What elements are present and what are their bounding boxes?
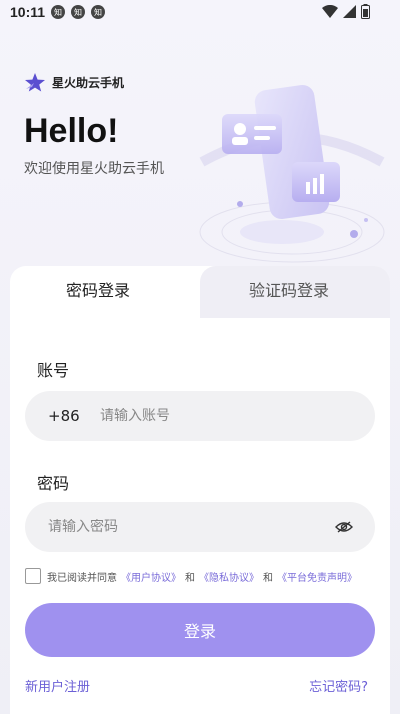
notification-icon: 知 [91,5,106,19]
status-right-icons [322,4,370,19]
register-link[interactable]: 新用户注册 [25,676,90,695]
phone-illustration [199,85,385,263]
user-agreement-link[interactable]: 《用户协议》 [121,569,181,584]
password-input[interactable] [48,519,375,535]
battery-icon [361,4,370,19]
account-label: 账号 [37,361,70,380]
forgot-password-link[interactable]: 忘记密码? [309,676,368,695]
hero-title: Hello! [24,112,119,150]
agreement-checkbox[interactable] [25,568,41,584]
agreement-and: 和 [263,572,273,584]
account-field: +86 [25,391,375,441]
tab-password-login[interactable]: 密码登录 [66,279,130,303]
wifi-icon [322,5,338,18]
country-code[interactable]: +86 [48,407,100,425]
tab-code-login[interactable]: 验证码登录 [249,279,329,303]
agreement-row: 我已阅读并同意 《用户协议》 和 《隐私协议》 和 《平台免责声明》 [25,568,357,584]
login-button[interactable]: 登录 [25,603,375,657]
status-time: 10:11 [10,4,46,20]
status-bar: 10:11 知 知 知 [0,0,400,24]
agreement-text: 我已阅读并同意 [47,572,117,584]
privacy-agreement-link[interactable]: 《隐私协议》 [199,569,259,584]
brand-name: 星火助云手机 [52,75,125,90]
star-logo-icon [25,73,45,92]
hero-subtitle: 欢迎使用星火助云手机 [24,161,164,177]
notification-icon: 知 [71,5,86,19]
agreement-and: 和 [185,572,195,584]
signal-icon [343,5,356,18]
password-field [25,502,375,552]
password-label: 密码 [37,474,70,493]
eye-closed-icon[interactable] [335,519,353,538]
account-input[interactable] [100,408,375,424]
notification-icon: 知 [51,5,66,19]
disclaimer-link[interactable]: 《平台免责声明》 [277,569,357,584]
brand: 星火助云手机 [24,72,124,92]
